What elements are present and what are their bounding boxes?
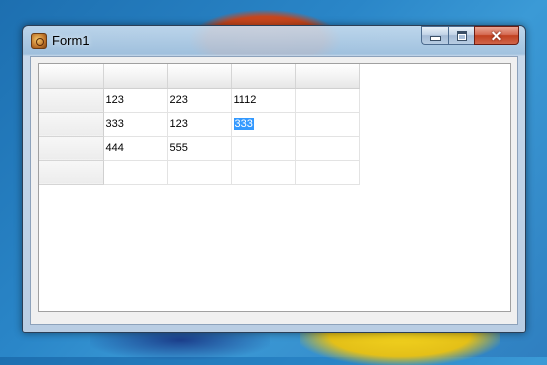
close-icon: ✕	[490, 27, 503, 44]
grid-cell[interactable]: 223	[167, 88, 232, 113]
top-left-header-cell[interactable]	[39, 64, 104, 89]
grid-table: 123 223 1112 333 123 333 444 555	[39, 64, 360, 185]
maximize-icon	[456, 30, 467, 41]
table-row: 444 555	[39, 136, 360, 161]
grid-cell[interactable]	[295, 112, 360, 137]
close-button[interactable]: ✕	[474, 26, 519, 45]
grid-cell[interactable]: 555	[167, 136, 232, 161]
grid-cell[interactable]	[295, 136, 360, 161]
grid-cell[interactable]: 1112	[231, 88, 296, 113]
data-grid-view[interactable]: 123 223 1112 333 123 333 444 555	[38, 63, 511, 312]
column-header[interactable]	[231, 64, 296, 89]
row-header[interactable]	[39, 160, 104, 185]
form-window: Form1 ✕ 123 223 1112 333 123 333 444 555	[22, 25, 526, 333]
form-client-area: 123 223 1112 333 123 333 444 555	[30, 56, 518, 325]
column-header[interactable]	[295, 64, 360, 89]
table-row: 123 223 1112	[39, 88, 360, 113]
minimize-icon	[429, 36, 441, 41]
app-icon[interactable]	[31, 33, 47, 49]
row-header[interactable]	[39, 112, 104, 137]
caption-buttons: ✕	[421, 26, 519, 45]
maximize-button[interactable]	[448, 26, 474, 45]
grid-cell[interactable]: 123	[103, 88, 168, 113]
grid-cell[interactable]: 333	[103, 112, 168, 137]
column-header[interactable]	[167, 64, 232, 89]
grid-cell[interactable]: 123	[167, 112, 232, 137]
window-title: Form1	[52, 33, 90, 48]
grid-cell[interactable]	[231, 136, 296, 161]
new-row	[39, 160, 360, 185]
title-bar[interactable]: Form1 ✕	[23, 26, 525, 56]
selected-cell-text[interactable]: 333	[233, 118, 254, 130]
grid-cell-editing[interactable]: 333	[231, 112, 296, 137]
row-header[interactable]	[39, 136, 104, 161]
column-header-row	[39, 64, 360, 89]
grid-cell[interactable]	[231, 160, 296, 185]
grid-cell[interactable]	[103, 160, 168, 185]
grid-cell[interactable]	[167, 160, 232, 185]
column-header[interactable]	[103, 64, 168, 89]
grid-cell[interactable]	[295, 160, 360, 185]
table-row: 333 123 333	[39, 112, 360, 137]
minimize-button[interactable]	[421, 26, 448, 45]
grid-cell[interactable]	[295, 88, 360, 113]
grid-cell[interactable]: 444	[103, 136, 168, 161]
row-header[interactable]	[39, 88, 104, 113]
